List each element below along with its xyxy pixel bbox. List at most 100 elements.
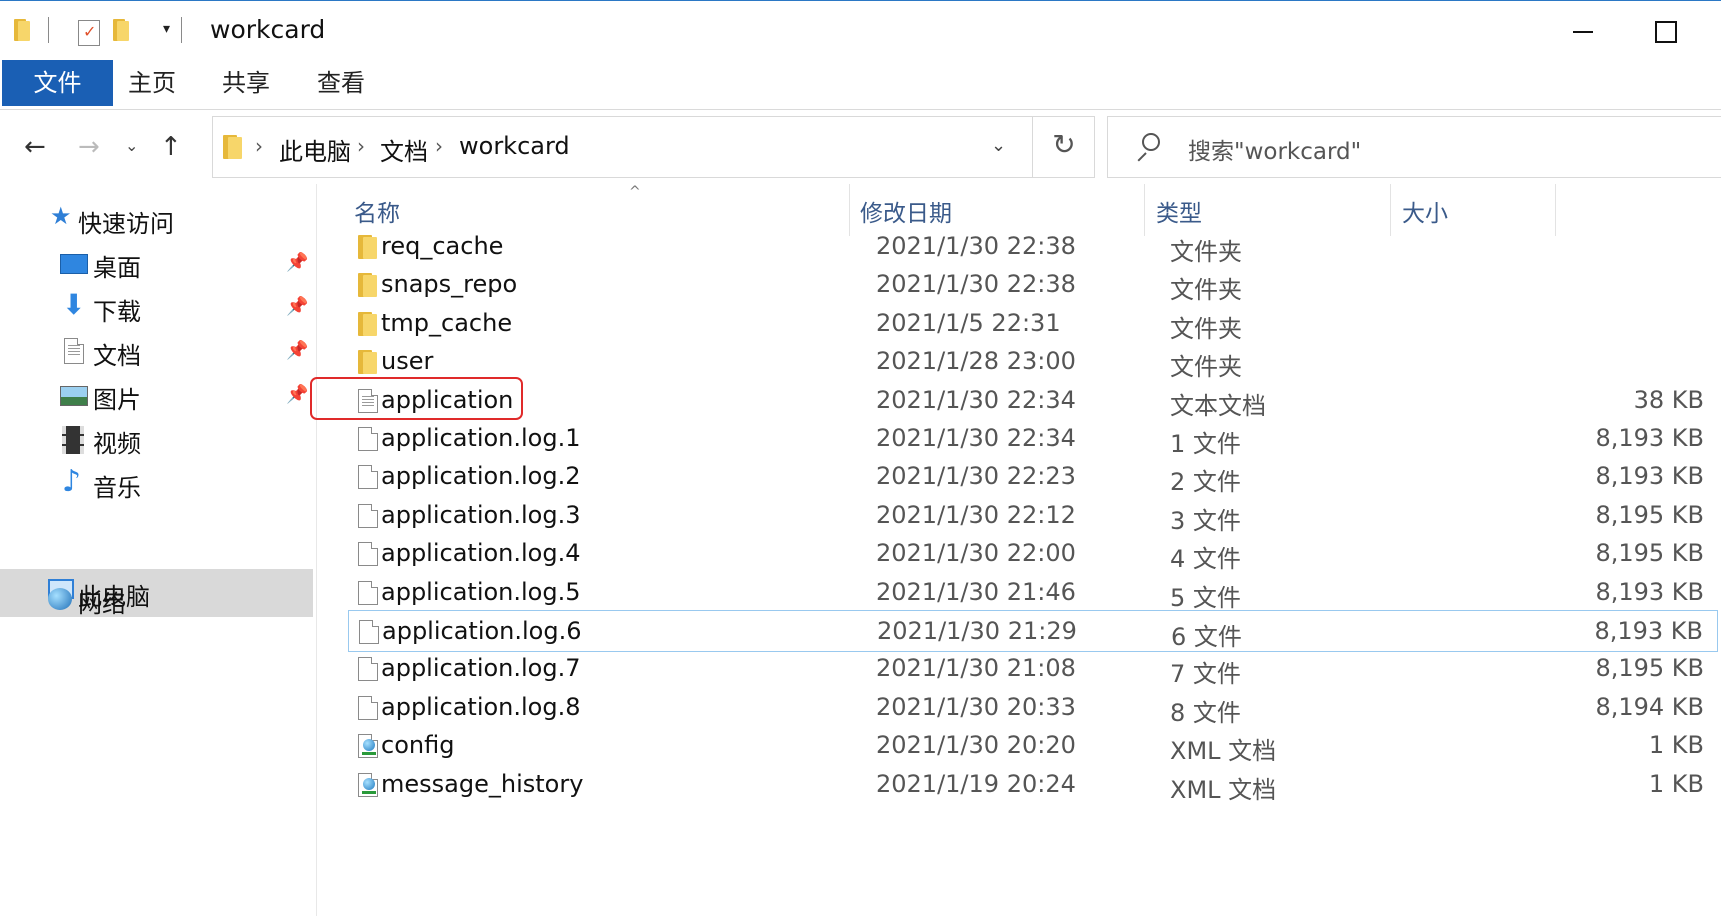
up-button[interactable]: ↑ [160, 132, 182, 162]
tab-share[interactable]: 共享 [222, 60, 270, 106]
pin-icon[interactable]: 📌 [286, 340, 308, 361]
file-type: 1 文件 [1170, 430, 1241, 458]
nav-quick-access[interactable]: ★ 快速访问 [0, 198, 313, 242]
file-size: 1 KB [1648, 770, 1704, 798]
pictures-icon [60, 386, 88, 406]
file-size: 38 KB [1633, 386, 1704, 414]
file-date: 2021/1/30 22:34 [876, 424, 1076, 452]
file-row[interactable]: application.log.2 2021/1/30 22:23 2 文件 8,19… [348, 456, 1718, 498]
nav-item-pictures[interactable]: 图片 📌 [0, 374, 313, 418]
file-row[interactable]: req_cache 2021/1/30 22:38 文件夹 [348, 226, 1718, 268]
navigation-bar: ← → ⌄ ↑ › 此电脑 › 文档 › workcard ⌄ ↻ 搜索"wor… [0, 110, 1721, 184]
file-row[interactable]: tmp_cache 2021/1/5 22:31 文件夹 [348, 303, 1718, 345]
file-name: snaps_repo [381, 270, 518, 298]
maximize-button[interactable] [1642, 11, 1688, 51]
file-date: 2021/1/30 21:08 [876, 654, 1076, 682]
nav-label: 文档 [93, 342, 141, 370]
breadcrumb-documents[interactable]: 文档 [380, 132, 428, 167]
tab-view[interactable]: 查看 [317, 60, 365, 106]
forward-button[interactable]: → [78, 132, 100, 162]
file-row[interactable]: application.log.7 2021/1/30 21:08 7 文件 8,19… [348, 648, 1718, 690]
file-list: ^ 名称 修改日期 类型 大小 req_cache 2021/1/30 22:38… [318, 184, 1721, 916]
nav-item-downloads[interactable]: ⬇ 下载 📌 [0, 286, 313, 330]
file-size: 1 KB [1648, 731, 1704, 759]
nav-item-documents[interactable]: 文档 📌 [0, 330, 313, 374]
file-type: 文本文档 [1170, 392, 1266, 420]
title-bar: ✓ ▾ workcard [0, 0, 1721, 56]
file-name: application.log.5 [381, 578, 581, 606]
nav-label: 桌面 [93, 254, 141, 282]
pin-icon[interactable]: 📌 [286, 384, 308, 405]
tab-file[interactable]: 文件 [2, 60, 113, 106]
column-header-name[interactable]: 名称 [354, 194, 400, 228]
file-row[interactable]: application 2021/1/30 22:34 文本文档 38 KB [348, 380, 1718, 422]
pin-icon[interactable]: 📌 [286, 252, 308, 273]
file-date: 2021/1/30 21:46 [876, 578, 1076, 606]
nav-item-desktop[interactable]: 桌面 📌 [0, 242, 313, 286]
star-icon: ★ [50, 202, 72, 230]
file-icon [359, 620, 379, 644]
file-size: 8,193 KB [1594, 617, 1703, 645]
file-row[interactable]: config 2021/1/30 20:20 XML 文档 1 KB [348, 725, 1718, 767]
tab-home[interactable]: 主页 [128, 60, 176, 106]
nav-label: 快速访问 [78, 210, 174, 238]
file-row[interactable]: application.log.3 2021/1/30 22:12 3 文件 8,19… [348, 495, 1718, 537]
file-type: 8 文件 [1170, 699, 1241, 727]
file-row[interactable]: application.log.8 2021/1/30 20:33 8 文件 8,19… [348, 687, 1718, 729]
file-icon [358, 465, 378, 489]
file-size: 8,193 KB [1595, 424, 1704, 452]
file-row[interactable]: application.log.6 2021/1/30 21:29 6 文件 8,19… [348, 610, 1718, 652]
file-name: config [381, 731, 455, 759]
address-dropdown-icon[interactable]: ⌄ [991, 135, 1006, 156]
breadcrumb-separator: › [435, 134, 443, 158]
file-size: 8,193 KB [1595, 462, 1704, 490]
file-row[interactable]: application.log.5 2021/1/30 21:46 5 文件 8,19… [348, 572, 1718, 614]
column-header-size[interactable]: 大小 [1402, 194, 1448, 228]
file-date: 2021/1/5 22:31 [876, 309, 1061, 337]
column-header-type[interactable]: 类型 [1156, 194, 1202, 228]
file-date: 2021/1/30 20:33 [876, 693, 1076, 721]
file-icon [358, 427, 378, 451]
file-date: 2021/1/30 22:23 [876, 462, 1076, 490]
file-row[interactable]: application.log.1 2021/1/30 22:34 1 文件 8,19… [348, 418, 1718, 460]
file-name: application.log.7 [381, 654, 581, 682]
pin-icon[interactable]: 📌 [286, 296, 308, 317]
file-row[interactable]: snaps_repo 2021/1/30 22:38 文件夹 [348, 264, 1718, 306]
file-type: 2 文件 [1170, 468, 1241, 496]
music-icon: ♪ [62, 464, 82, 499]
breadcrumb-separator: › [357, 134, 365, 158]
file-name: application.log.6 [382, 617, 582, 645]
refresh-button[interactable]: ↻ [1032, 116, 1095, 178]
nav-item-music[interactable]: ♪ 音乐 [0, 462, 313, 506]
file-row[interactable]: message_history 2021/1/19 20:24 XML 文档 1 KB [348, 764, 1718, 806]
column-header-date[interactable]: 修改日期 [860, 194, 952, 228]
folder-icon [358, 312, 378, 336]
breadcrumb-workcard[interactable]: workcard [459, 132, 570, 160]
properties-icon[interactable]: ✓ [78, 20, 100, 46]
file-date: 2021/1/30 22:12 [876, 501, 1076, 529]
file-row[interactable]: application.log.4 2021/1/30 22:00 4 文件 8,19… [348, 533, 1718, 575]
minimize-button[interactable] [1560, 11, 1606, 51]
nav-item-videos[interactable]: 视频 [0, 418, 313, 462]
file-icon [358, 504, 378, 528]
new-folder-icon[interactable] [113, 19, 131, 41]
file-type: 文件夹 [1170, 238, 1242, 266]
file-date: 2021/1/28 23:00 [876, 347, 1076, 375]
breadcrumb-this-pc[interactable]: 此电脑 [279, 132, 351, 167]
address-bar[interactable]: › 此电脑 › 文档 › workcard ⌄ [212, 116, 1095, 178]
file-size: 8,195 KB [1595, 539, 1704, 567]
navigation-pane: ★ 快速访问 桌面 📌 ⬇ 下载 📌 文档 📌 图片 📌 视频 ♪ 音乐 此电脑… [0, 184, 318, 916]
nav-network[interactable]: 网络 [0, 578, 313, 622]
back-button[interactable]: ← [24, 132, 46, 162]
sort-ascending-icon: ^ [629, 184, 641, 200]
recent-locations-dropdown-icon[interactable]: ⌄ [125, 136, 138, 155]
search-input[interactable]: 搜索"workcard" [1107, 116, 1721, 178]
pane-divider[interactable] [316, 184, 317, 916]
annotation-highlight-box [310, 377, 523, 420]
customize-toolbar-dropdown-icon[interactable]: ▾ [163, 21, 170, 37]
file-type: 文件夹 [1170, 315, 1242, 343]
file-row[interactable]: user 2021/1/28 23:00 文件夹 [348, 341, 1718, 383]
desktop-icon [60, 254, 88, 274]
file-date: 2021/1/30 22:34 [876, 386, 1076, 414]
nav-label: 音乐 [93, 474, 141, 502]
